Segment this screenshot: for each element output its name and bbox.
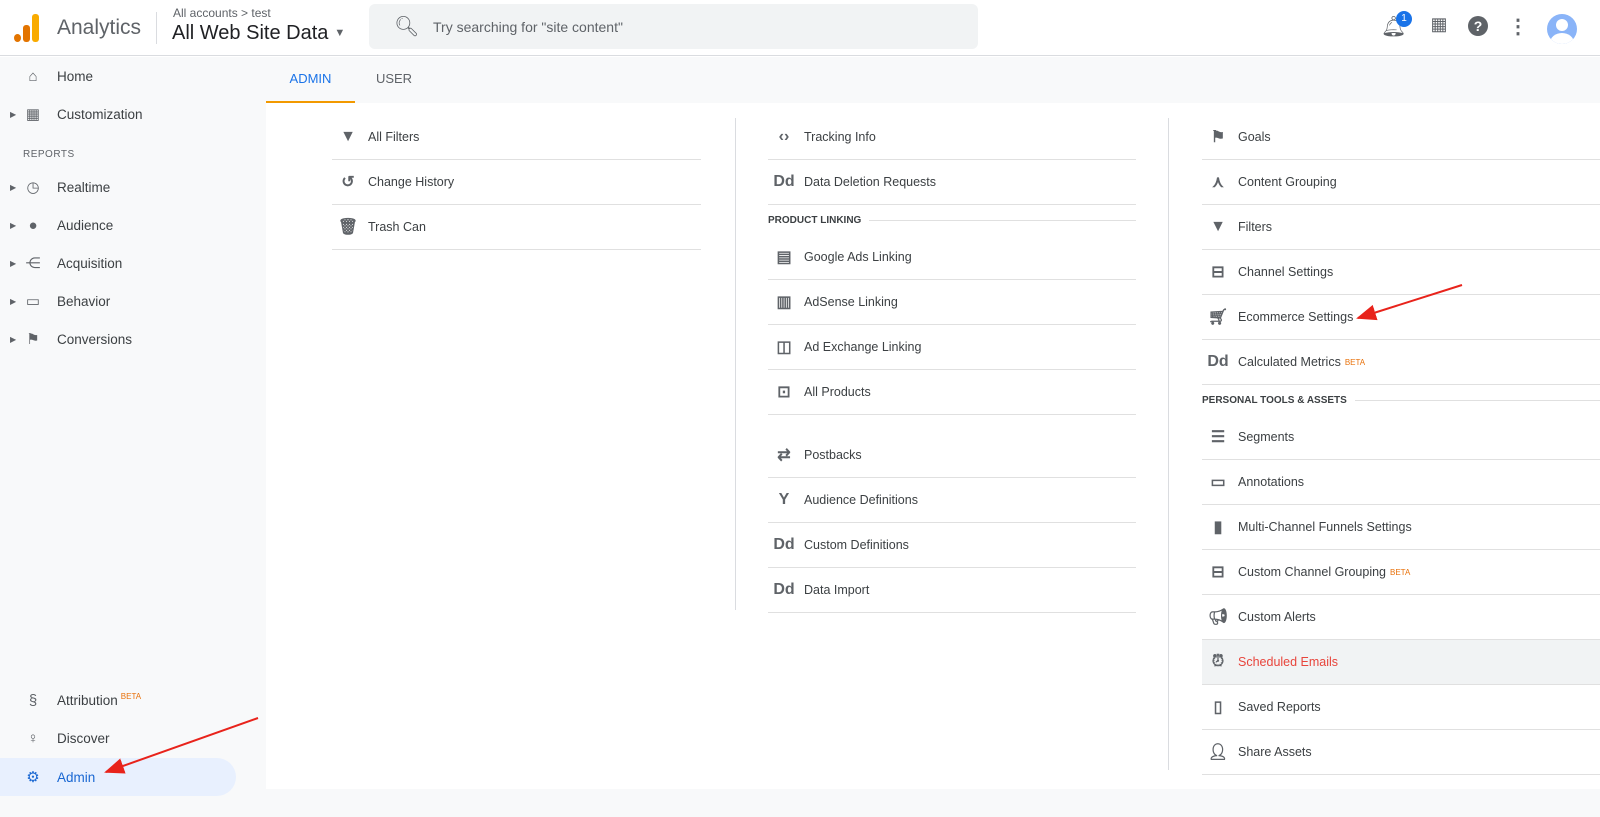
arrow-to-admin	[104, 717, 259, 774]
annotation-arrows	[104, 284, 1463, 774]
arrow-to-ecommerce-settings	[1356, 284, 1463, 321]
